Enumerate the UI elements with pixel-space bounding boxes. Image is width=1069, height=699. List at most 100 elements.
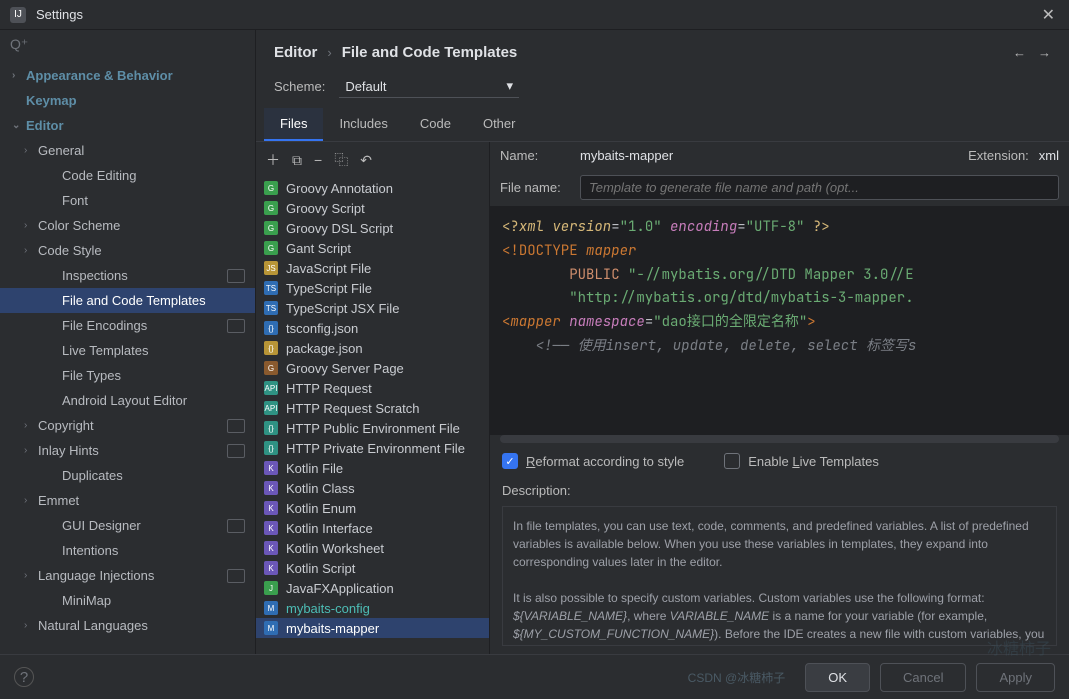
- sidebar-item-live-templates[interactable]: Live Templates: [0, 338, 255, 363]
- help-icon[interactable]: ?: [14, 667, 34, 687]
- chevron-right-icon: ›: [327, 45, 331, 60]
- search-icon[interactable]: Q⁺: [10, 36, 28, 53]
- scope-badge-icon: [227, 419, 245, 433]
- sidebar-item-copyright[interactable]: ›Copyright: [0, 413, 255, 438]
- sidebar-item-natural-languages[interactable]: ›Natural Languages: [0, 613, 255, 638]
- tab-other[interactable]: Other: [467, 108, 532, 141]
- scope-badge-icon: [227, 569, 245, 583]
- expand-arrow-icon: ›: [24, 145, 38, 156]
- template-item-http-request-scratch[interactable]: APIHTTP Request Scratch: [256, 398, 489, 418]
- template-item-typescript-jsx-file[interactable]: TSTypeScript JSX File: [256, 298, 489, 318]
- extension-label: Extension:: [968, 148, 1029, 163]
- template-code-editor[interactable]: <?xml version="1.0" encoding="UTF-8" ?> …: [490, 206, 1069, 435]
- sidebar-item-label: Font: [62, 193, 255, 208]
- tab-files[interactable]: Files: [264, 108, 323, 141]
- expand-arrow-icon: ›: [24, 220, 38, 231]
- sidebar-item-inlay-hints[interactable]: ›Inlay Hints: [0, 438, 255, 463]
- sidebar-item-minimap[interactable]: MiniMap: [0, 588, 255, 613]
- sidebar-item-intentions[interactable]: Intentions: [0, 538, 255, 563]
- file-type-icon: K: [264, 561, 278, 575]
- forward-icon[interactable]: →: [1038, 45, 1051, 60]
- breadcrumb-page: File and Code Templates: [342, 44, 518, 61]
- expand-arrow-icon: ›: [24, 570, 38, 581]
- template-item-kotlin-worksheet[interactable]: KKotlin Worksheet: [256, 538, 489, 558]
- template-item-tsconfig-json[interactable]: {}tsconfig.json: [256, 318, 489, 338]
- template-item-label: JavaFXApplication: [286, 581, 394, 596]
- filename-label: File name:: [500, 180, 570, 195]
- add-icon[interactable]: ＋: [266, 150, 280, 170]
- template-item-kotlin-enum[interactable]: KKotlin Enum: [256, 498, 489, 518]
- template-item-label: Kotlin Enum: [286, 501, 356, 516]
- sidebar-item-inspections[interactable]: Inspections: [0, 263, 255, 288]
- apply-button[interactable]: Apply: [976, 663, 1055, 692]
- template-item-gant-script[interactable]: GGant Script: [256, 238, 489, 258]
- checkbox-unchecked-icon: [724, 453, 740, 469]
- template-item-http-request[interactable]: APIHTTP Request: [256, 378, 489, 398]
- sidebar-item-android-layout-editor[interactable]: Android Layout Editor: [0, 388, 255, 413]
- template-item-http-public-environment-file[interactable]: {}HTTP Public Environment File: [256, 418, 489, 438]
- template-item-label: Kotlin Script: [286, 561, 355, 576]
- template-item-groovy-script[interactable]: GGroovy Script: [256, 198, 489, 218]
- filename-input[interactable]: [580, 175, 1059, 200]
- template-item-kotlin-script[interactable]: K Kotlin Script: [256, 558, 489, 578]
- tab-includes[interactable]: Includes: [323, 108, 403, 141]
- template-item-label: Groovy DSL Script: [286, 221, 393, 236]
- sidebar-item-file-and-code-templates[interactable]: File and Code Templates: [0, 288, 255, 313]
- sidebar-item-editor[interactable]: ⌄Editor: [0, 113, 255, 138]
- sidebar-item-label: MiniMap: [62, 593, 255, 608]
- sidebar-item-language-injections[interactable]: ›Language Injections: [0, 563, 255, 588]
- sidebar-item-label: Keymap: [26, 93, 255, 108]
- sidebar-item-code-style[interactable]: ›Code Style: [0, 238, 255, 263]
- template-item-kotlin-interface[interactable]: KKotlin Interface: [256, 518, 489, 538]
- tab-code[interactable]: Code: [404, 108, 467, 141]
- file-type-icon: G: [264, 221, 278, 235]
- template-item-mybaits-config[interactable]: Mmybaits-config: [256, 598, 489, 618]
- back-icon[interactable]: ←: [1013, 45, 1026, 60]
- expand-arrow-icon: ›: [24, 620, 38, 631]
- duplicate-icon[interactable]: ⿻: [334, 150, 348, 170]
- sidebar-item-label: Color Scheme: [38, 218, 255, 233]
- sidebar-item-emmet[interactable]: ›Emmet: [0, 488, 255, 513]
- breadcrumb-editor[interactable]: Editor: [274, 44, 317, 61]
- sidebar-item-color-scheme[interactable]: ›Color Scheme: [0, 213, 255, 238]
- scope-badge-icon: [227, 519, 245, 533]
- scope-badge-icon: [227, 444, 245, 458]
- cancel-button[interactable]: Cancel: [880, 663, 966, 692]
- reformat-checkbox[interactable]: ✓ Reformat according to style: [502, 453, 684, 469]
- name-value[interactable]: mybaits-mapper: [580, 148, 673, 163]
- sidebar-item-duplicates[interactable]: Duplicates: [0, 463, 255, 488]
- template-item-package-json[interactable]: {}package.json: [256, 338, 489, 358]
- sidebar-item-keymap[interactable]: Keymap: [0, 88, 255, 113]
- sidebar-item-label: Code Editing: [62, 168, 255, 183]
- sidebar-item-file-types[interactable]: File Types: [0, 363, 255, 388]
- template-item-kotlin-file[interactable]: KKotlin File: [256, 458, 489, 478]
- template-item-http-private-environment-file[interactable]: {}HTTP Private Environment File: [256, 438, 489, 458]
- copy-template-icon[interactable]: ⧉: [292, 152, 302, 169]
- scheme-dropdown[interactable]: Default ▾: [339, 75, 519, 98]
- template-item-mybaits-mapper[interactable]: Mmybaits-mapper: [256, 618, 489, 638]
- sidebar-item-appearance-behavior[interactable]: ›Appearance & Behavior: [0, 63, 255, 88]
- template-item-javafxapplication[interactable]: JJavaFXApplication: [256, 578, 489, 598]
- horizontal-scrollbar[interactable]: [500, 435, 1059, 443]
- remove-icon[interactable]: −: [314, 152, 322, 168]
- sidebar-item-label: Emmet: [38, 493, 255, 508]
- sidebar-item-gui-designer[interactable]: GUI Designer: [0, 513, 255, 538]
- sidebar-item-file-encodings[interactable]: File Encodings: [0, 313, 255, 338]
- template-item-label: HTTP Request Scratch: [286, 401, 419, 416]
- template-item-typescript-file[interactable]: TSTypeScript File: [256, 278, 489, 298]
- template-item-label: Kotlin Class: [286, 481, 355, 496]
- template-item-kotlin-class[interactable]: KKotlin Class: [256, 478, 489, 498]
- template-item-javascript-file[interactable]: JSJavaScript File: [256, 258, 489, 278]
- template-item-label: HTTP Private Environment File: [286, 441, 465, 456]
- live-templates-checkbox[interactable]: Enable Live Templates: [724, 453, 879, 469]
- sidebar-item-font[interactable]: Font: [0, 188, 255, 213]
- sidebar-item-general[interactable]: ›General: [0, 138, 255, 163]
- template-item-groovy-server-page[interactable]: GGroovy Server Page: [256, 358, 489, 378]
- template-item-groovy-dsl-script[interactable]: G Groovy DSL Script: [256, 218, 489, 238]
- sidebar-item-code-editing[interactable]: Code Editing: [0, 163, 255, 188]
- extension-value[interactable]: xml: [1039, 148, 1059, 163]
- template-item-groovy-annotation[interactable]: GGroovy Annotation: [256, 178, 489, 198]
- ok-button[interactable]: OK: [805, 663, 870, 692]
- close-icon[interactable]: ✕: [1038, 5, 1059, 25]
- revert-icon[interactable]: ↶: [360, 152, 372, 169]
